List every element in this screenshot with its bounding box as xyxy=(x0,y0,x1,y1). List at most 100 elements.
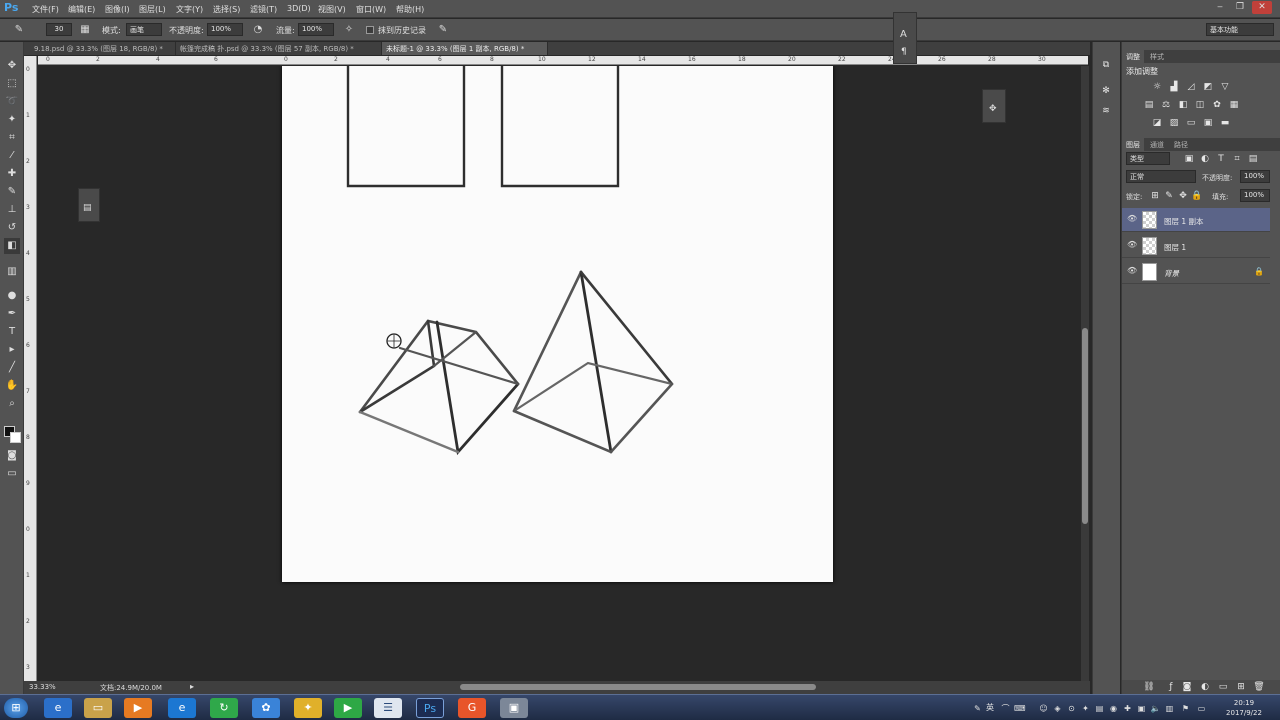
vertical-scrollbar[interactable] xyxy=(1081,66,1089,681)
filter-text-icon[interactable]: T xyxy=(1214,152,1228,166)
close-button[interactable]: ✕ xyxy=(1252,1,1272,14)
workspace-select[interactable]: 基本功能 xyxy=(1206,23,1274,36)
zoom-tool-icon[interactable]: ⌕ xyxy=(4,396,20,412)
doc-size-info[interactable]: 文档:24.9M/20.0M xyxy=(100,683,162,693)
tray-icon-6[interactable]: ◉ xyxy=(1108,703,1119,714)
stamp-tool-icon[interactable]: ⊥ xyxy=(4,202,20,218)
tab-layers[interactable]: 图层 xyxy=(1122,138,1144,151)
menu-view[interactable]: 视图(V) xyxy=(318,4,346,15)
ime-punct-icon[interactable]: ⌒ xyxy=(1000,703,1011,714)
lock-transparent-icon[interactable]: ⊞ xyxy=(1148,189,1162,203)
filter-smart-icon[interactable]: ▤ xyxy=(1246,152,1260,166)
menu-file[interactable]: 文件(F) xyxy=(32,4,59,15)
eraser-tool-icon[interactable]: ◧ xyxy=(4,238,20,254)
minimize-button[interactable]: ‒ xyxy=(1210,1,1230,14)
pressure-opacity-icon[interactable]: ◔ xyxy=(251,23,265,37)
flag-icon[interactable]: ⚑ xyxy=(1180,703,1191,714)
horizontal-scroll-thumb[interactable] xyxy=(460,684,816,690)
layer-kind-filter[interactable]: 类型 xyxy=(1126,152,1170,165)
hue-sat-icon[interactable]: ▤ xyxy=(1142,98,1156,112)
eraser-tool-icon[interactable]: ✎ xyxy=(12,23,26,37)
screen-mode-icon[interactable]: ▭ xyxy=(4,466,20,482)
text-tool-icon[interactable]: T xyxy=(4,324,20,340)
notepad-taskbar-icon[interactable]: ☰ xyxy=(374,698,402,718)
layer-comps-icon[interactable]: ≋ xyxy=(1099,104,1113,118)
lock-position-icon[interactable]: ✥ xyxy=(1176,189,1190,203)
filter-shape-icon[interactable]: ⌗ xyxy=(1230,152,1244,166)
tab-adjustments[interactable]: 调整 xyxy=(1122,50,1144,63)
filter-pixel-icon[interactable]: ▣ xyxy=(1182,152,1196,166)
healing-tool-icon[interactable]: ✚ xyxy=(4,166,20,182)
network-icon[interactable]: ▥ xyxy=(1164,703,1175,714)
new-group-icon[interactable]: ▭ xyxy=(1216,680,1230,694)
line-tool-icon[interactable]: ╱ xyxy=(4,360,20,376)
photo-filter-icon[interactable]: ◫ xyxy=(1193,98,1207,112)
lock-pixels-icon[interactable]: ✎ xyxy=(1162,189,1176,203)
curves-icon[interactable]: ◿ xyxy=(1184,80,1198,94)
brush-size-picker[interactable]: 30 xyxy=(46,23,72,36)
brightness-icon[interactable]: ☼ xyxy=(1150,80,1164,94)
layer-name[interactable]: 图层 1 xyxy=(1164,242,1186,253)
fx-icon[interactable]: ƒ xyxy=(1164,680,1178,694)
menu-edit[interactable]: 编辑(E) xyxy=(68,4,95,15)
menu-layer[interactable]: 图层(L) xyxy=(139,4,166,15)
ime-language[interactable]: 英 xyxy=(986,702,994,713)
tray-icon-7[interactable]: ✚ xyxy=(1122,703,1133,714)
canvas-area[interactable] xyxy=(38,66,1084,681)
vertical-scroll-thumb[interactable] xyxy=(1082,328,1088,524)
start-button[interactable]: ⊞ xyxy=(4,698,28,718)
quick-mask-icon[interactable]: ◙ xyxy=(4,448,20,464)
explorer-taskbar-icon[interactable]: ▭ xyxy=(84,698,112,718)
gradient-map-icon[interactable]: ▬ xyxy=(1218,116,1232,130)
tab-doc-3[interactable]: 未标题-1 @ 33.3% (图层 1 副本, RGB/8) * xyxy=(382,42,548,55)
restore-button[interactable]: ❐ xyxy=(1230,1,1250,14)
history-checkbox[interactable] xyxy=(366,26,374,34)
video-app-taskbar-icon[interactable]: ▶ xyxy=(334,698,362,718)
tray-icon-3[interactable]: ⊙ xyxy=(1066,703,1077,714)
color-lookup-icon[interactable]: ▦ xyxy=(1227,98,1241,112)
history-brush-tool-icon[interactable]: ↺ xyxy=(4,220,20,236)
menu-select[interactable]: 选择(S) xyxy=(213,4,240,15)
tab-doc-1[interactable]: 9.18.psd @ 33.3% (图层 18, RGB/8) * xyxy=(30,42,176,55)
battery-icon[interactable]: ▭ xyxy=(1196,703,1207,714)
pen-tool-icon[interactable]: ✒ xyxy=(4,306,20,322)
visibility-eye-icon[interactable]: 👁 xyxy=(1127,214,1137,224)
mode-select[interactable]: 画笔 xyxy=(126,23,162,36)
browser-taskbar-icon[interactable]: e xyxy=(168,698,196,718)
yellow-app-taskbar-icon[interactable]: ✦ xyxy=(294,698,322,718)
tray-icon-5[interactable]: ▤ xyxy=(1094,703,1105,714)
hand-tool-icon[interactable]: ✋ xyxy=(4,378,20,394)
link-layers-icon[interactable]: ⛓ xyxy=(1142,680,1156,694)
volume-icon[interactable]: 🔈 xyxy=(1150,703,1161,714)
document-canvas[interactable] xyxy=(282,66,833,582)
crop-tool-icon[interactable]: ⌗ xyxy=(4,130,20,146)
filter-adjust-icon[interactable]: ◐ xyxy=(1198,152,1212,166)
color-balance-icon[interactable]: ⚖ xyxy=(1159,98,1173,112)
visibility-eye-icon[interactable]: 👁 xyxy=(1127,240,1137,250)
tray-shield-icon[interactable]: ◈ xyxy=(1052,703,1063,714)
green-app-taskbar-icon[interactable]: ↻ xyxy=(210,698,238,718)
path-select-tool-icon[interactable]: ▸ xyxy=(4,342,20,358)
tab-paths[interactable]: 路径 xyxy=(1170,138,1192,151)
menu-help[interactable]: 帮助(H) xyxy=(396,4,424,15)
menu-image[interactable]: 图像(I) xyxy=(105,4,130,15)
tab-doc-2[interactable]: 帐篷完成稿 扑.psd @ 33.3% (图层 57 副本, RGB/8) * xyxy=(176,42,382,55)
layer-row[interactable]: 👁 图层 1 副本 xyxy=(1122,208,1270,232)
menu-type[interactable]: 文字(Y) xyxy=(176,4,203,15)
new-adjustment-icon[interactable]: ◐ xyxy=(1198,680,1212,694)
gradient-tool-icon[interactable]: ▥ xyxy=(4,264,20,280)
system-clock[interactable]: 20:19 2017/9/22 xyxy=(1214,698,1274,718)
media-player-taskbar-icon[interactable]: ▶ xyxy=(124,698,152,718)
opacity-input[interactable]: 100% xyxy=(207,23,243,36)
menu-filter[interactable]: 滤镜(T) xyxy=(250,4,277,15)
layer-name[interactable]: 图层 1 副本 xyxy=(1164,216,1204,227)
lock-all-icon[interactable]: 🔒 xyxy=(1190,189,1204,203)
panel-icon[interactable]: ▤ xyxy=(83,203,92,213)
quick-select-tool-icon[interactable]: ✦ xyxy=(4,112,20,128)
fill-input[interactable]: 100% xyxy=(1240,189,1270,202)
menu-3d[interactable]: 3D(D) xyxy=(287,4,311,13)
office-taskbar-icon[interactable]: G xyxy=(458,698,486,718)
background-color-swatch[interactable] xyxy=(10,432,21,443)
tray-icon-8[interactable]: ▣ xyxy=(1136,703,1147,714)
bw-icon[interactable]: ◧ xyxy=(1176,98,1190,112)
